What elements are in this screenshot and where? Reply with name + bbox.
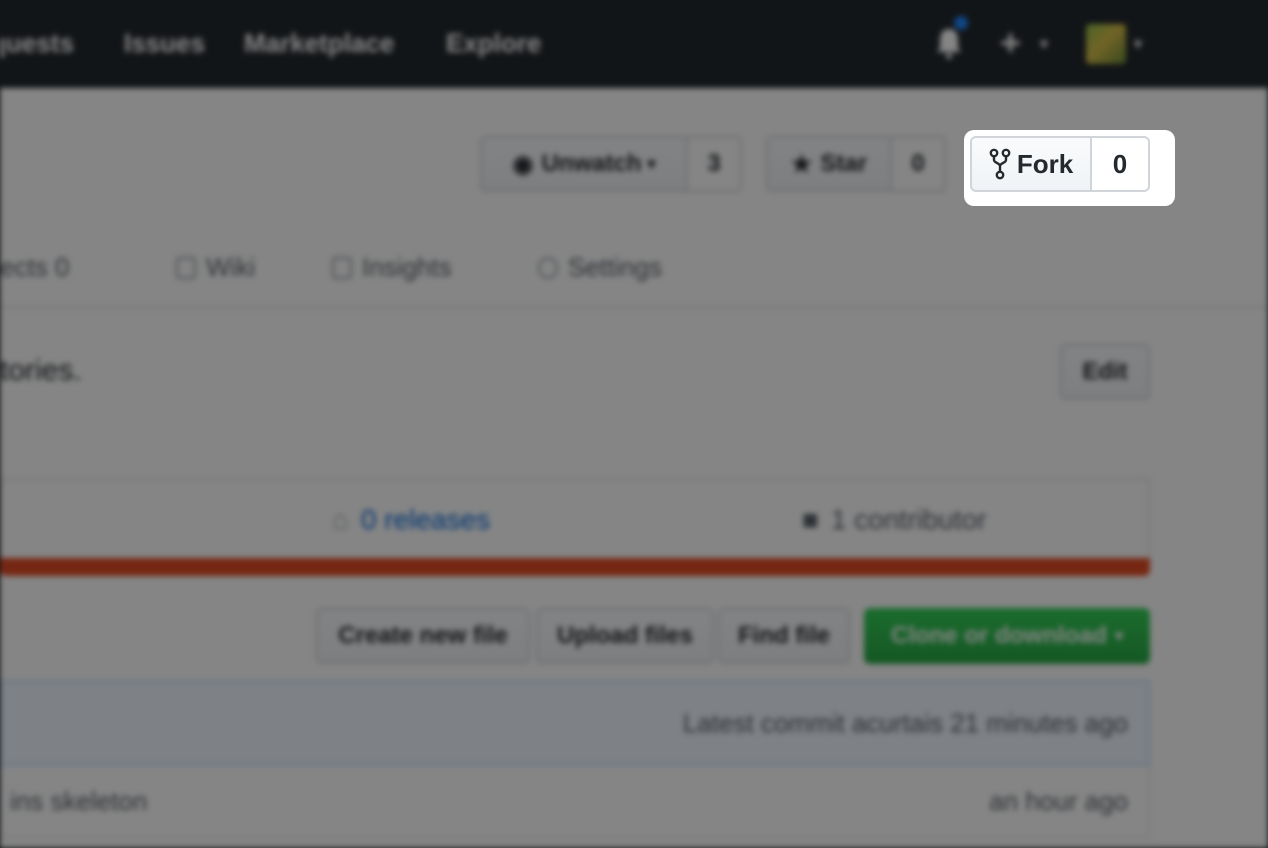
fork-button[interactable]: Fork bbox=[970, 136, 1092, 192]
dim-overlay bbox=[0, 0, 1268, 848]
fork-label: Fork bbox=[1016, 148, 1074, 179]
fork-spotlight: Fork 0 bbox=[964, 130, 1175, 206]
fork-icon bbox=[989, 148, 1011, 180]
fork-count[interactable]: 0 bbox=[1090, 136, 1150, 192]
